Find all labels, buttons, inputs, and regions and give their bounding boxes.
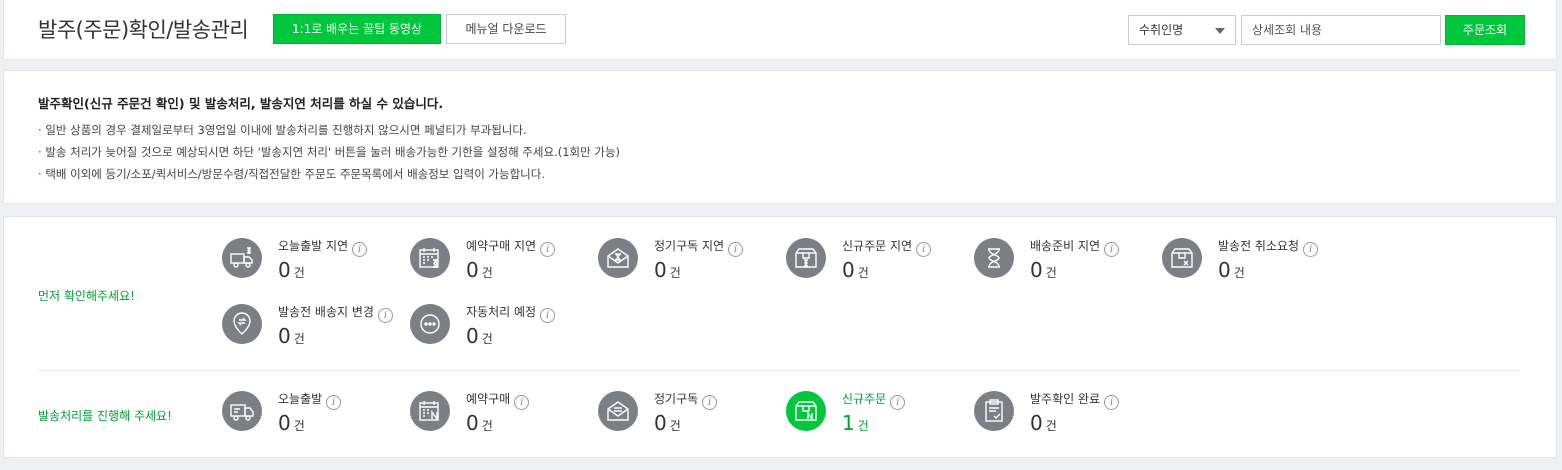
- stat-today-delay[interactable]: 오늘출발 지연 i 0건: [222, 238, 408, 298]
- stat-label: 예약구매 지연: [466, 239, 537, 253]
- stat-count: 0: [278, 258, 291, 282]
- info-icon[interactable]: i: [728, 242, 744, 257]
- stat-cancel-request[interactable]: 발송전 취소요청 i 0건: [1162, 238, 1348, 298]
- hourglass-icon: [974, 238, 1014, 278]
- stat-unit: 건: [669, 419, 681, 433]
- check-first-label: 먼저 확인해주세요!: [38, 289, 135, 303]
- stat-unit: 건: [1045, 419, 1057, 433]
- stat-new-order[interactable]: 신규주문 i 1건: [786, 391, 972, 451]
- stat-unit: 건: [857, 266, 869, 280]
- order-search-button[interactable]: 주문조회: [1445, 15, 1525, 45]
- info-icon[interactable]: i: [540, 242, 556, 257]
- stat-unit: 건: [1045, 266, 1057, 280]
- stat-subscription[interactable]: 정기구독 i 0건: [598, 391, 784, 451]
- box-new-icon: [786, 391, 826, 431]
- stat-label: 자동처리 예정: [466, 305, 537, 319]
- stat-label: 정기구독 지연: [654, 239, 725, 253]
- box-cancel-icon: [1162, 238, 1202, 278]
- stat-label: 신규주문 지연: [842, 239, 913, 253]
- notice-item: 발송 처리가 늦어질 것으로 예상되시면 하단 '발송지연 처리' 버튼을 눌러…: [38, 141, 620, 163]
- stat-unit: 건: [293, 419, 305, 433]
- stat-count: 0: [654, 411, 667, 435]
- stat-unit: 건: [669, 266, 681, 280]
- stat-count: 0: [1030, 411, 1043, 435]
- stat-label: 정기구독: [654, 392, 699, 406]
- stat-order-confirmed[interactable]: 발주확인 완료 i 0건: [974, 391, 1160, 451]
- stat-unit: 건: [293, 332, 305, 346]
- info-icon[interactable]: i: [916, 242, 932, 257]
- stat-label: 배송준비 지연: [1030, 239, 1101, 253]
- stat-reservation[interactable]: 예약구매 i 0건: [410, 391, 596, 451]
- notice-list: 일반 상품의 경우 결제일로부터 3영업일 이내에 발송처리를 진행하지 않으시…: [38, 119, 620, 185]
- stat-unit: 건: [481, 266, 493, 280]
- stat-count: 0: [466, 258, 479, 282]
- clipboard-check-icon: [974, 391, 1014, 431]
- stat-count: 0: [278, 324, 291, 348]
- page-title: 발주(주문)확인/발송관리: [38, 18, 249, 42]
- notice-title: 발주확인(신규 주문건 확인) 및 발송처리, 발송지연 처리를 하실 수 있습…: [38, 96, 444, 111]
- stat-label: 오늘출발: [278, 392, 323, 406]
- order-status-panel: 먼저 확인해주세요! 발송처리를 진행해 주세요! 오늘출발 지연 i 0건 예약…: [3, 216, 1557, 458]
- stat-count: 0: [654, 258, 667, 282]
- divider: [38, 370, 1520, 371]
- calendar-n-icon: [410, 391, 450, 431]
- info-icon[interactable]: i: [540, 308, 556, 323]
- info-icon[interactable]: i: [1104, 242, 1120, 257]
- calendar-hourglass-icon: [410, 238, 450, 278]
- stat-label: 발주확인 완료: [1030, 392, 1101, 406]
- info-icon[interactable]: i: [1104, 395, 1120, 410]
- stat-label: 예약구매: [466, 392, 511, 406]
- info-icon[interactable]: i: [326, 395, 342, 410]
- truck-icon: [222, 391, 262, 431]
- notice-item: 택배 이외에 등기/소포/퀵서비스/방문수령/직접전달한 주문도 주문목록에서 …: [38, 163, 620, 185]
- search-type-select[interactable]: 수취인명: [1128, 15, 1236, 45]
- stat-count: 0: [278, 411, 291, 435]
- info-icon[interactable]: i: [702, 395, 718, 410]
- more-icon: [410, 304, 450, 344]
- stat-count: 0: [1218, 258, 1231, 282]
- stat-shipping-prep-delay[interactable]: 배송준비 지연 i 0건: [974, 238, 1160, 298]
- search-input[interactable]: [1241, 15, 1441, 45]
- stat-subscription-delay[interactable]: 정기구독 지연 i 0건: [598, 238, 784, 298]
- stat-unit: 건: [1233, 266, 1245, 280]
- info-icon[interactable]: i: [377, 308, 393, 323]
- stat-count: 0: [466, 411, 479, 435]
- stat-label: 발송전 취소요청: [1218, 239, 1300, 253]
- stat-unit: 건: [857, 419, 869, 433]
- info-icon[interactable]: i: [352, 242, 368, 257]
- chevron-down-icon: [1215, 28, 1225, 34]
- notice-item: 일반 상품의 경우 결제일로부터 3영업일 이내에 발송처리를 진행하지 않으시…: [38, 119, 620, 141]
- info-icon[interactable]: i: [890, 395, 906, 410]
- info-icon[interactable]: i: [514, 395, 530, 410]
- stat-unit: 건: [293, 266, 305, 280]
- page-header: 발주(주문)확인/발송관리 1:1로 배우는 꿀팁 동영상 메뉴얼 다운로드 수…: [3, 0, 1557, 60]
- proceed-label: 발송처리를 진행해 주세요!: [38, 409, 172, 423]
- stat-today-shipping[interactable]: 오늘출발 i 0건: [222, 391, 408, 451]
- stat-new-order-delay[interactable]: 신규주문 지연 i 0건: [786, 238, 972, 298]
- stat-unit: 건: [481, 332, 493, 346]
- stat-unit: 건: [481, 419, 493, 433]
- info-icon[interactable]: i: [1303, 242, 1319, 257]
- stat-label: 발송전 배송지 변경: [278, 305, 374, 319]
- envelope-hourglass-icon: [598, 238, 638, 278]
- tips-video-button[interactable]: 1:1로 배우는 꿀팁 동영상: [273, 14, 441, 44]
- stat-count: 0: [1030, 258, 1043, 282]
- stat-count: 0: [842, 258, 855, 282]
- search-type-value: 수취인명: [1139, 23, 1184, 37]
- stat-address-change[interactable]: 발송전 배송지 변경 i 0건: [222, 304, 408, 364]
- truck-hourglass-icon: [222, 238, 262, 278]
- stat-reservation-delay[interactable]: 예약구매 지연 i 0건: [410, 238, 596, 298]
- manual-download-button[interactable]: 메뉴얼 다운로드: [446, 14, 566, 44]
- stat-label: 오늘출발 지연: [278, 239, 349, 253]
- envelope-icon: [598, 391, 638, 431]
- location-change-icon: [222, 304, 262, 344]
- stat-count: 0: [466, 324, 479, 348]
- stat-label: 신규주문: [842, 392, 887, 406]
- box-hourglass-icon: [786, 238, 826, 278]
- stat-count: 1: [842, 411, 855, 435]
- notice-box: 발주확인(신규 주문건 확인) 및 발송처리, 발송지연 처리를 하실 수 있습…: [3, 70, 1557, 204]
- stat-auto-process[interactable]: 자동처리 예정 i 0건: [410, 304, 596, 364]
